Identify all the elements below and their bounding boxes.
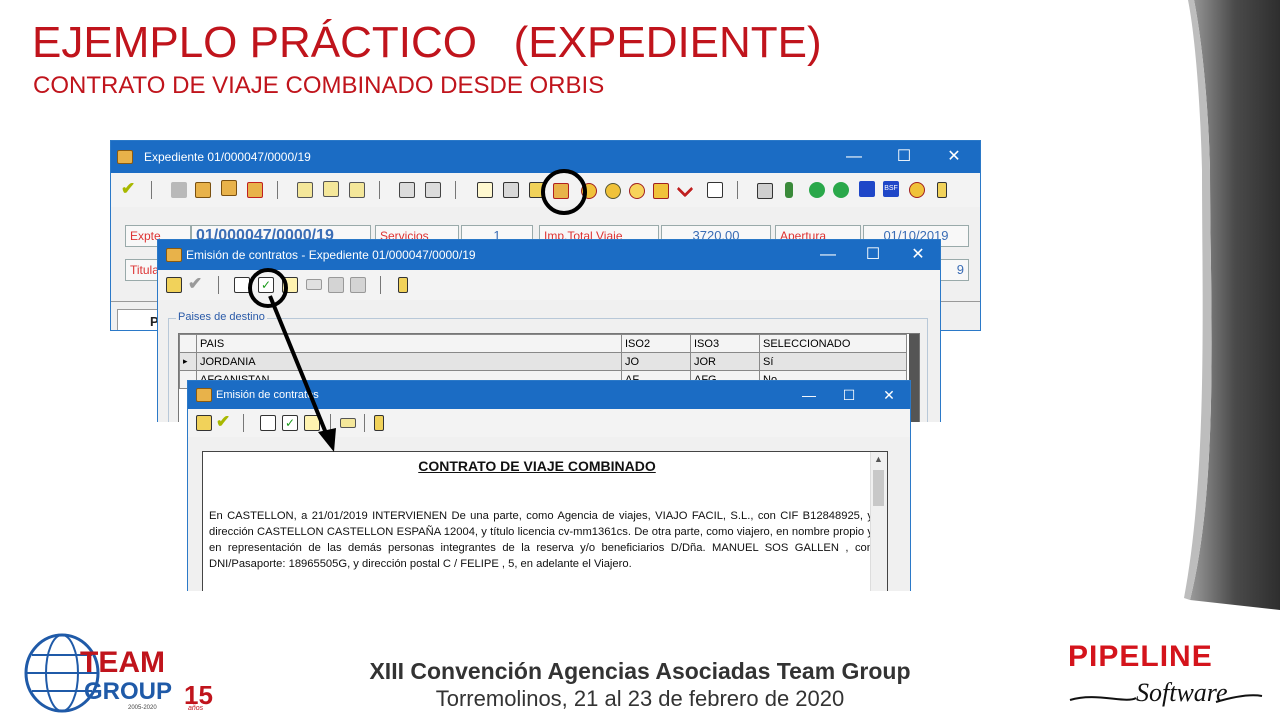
- pipeline-wordmark: PIPELINE: [1068, 640, 1213, 673]
- anniversary-suffix: años: [188, 705, 204, 712]
- pipeline-swoosh: [1069, 694, 1263, 703]
- annotation-arrow: [268, 295, 336, 452]
- pipeline-logo: PIPELINE Software: [1066, 640, 1266, 720]
- team-group-logo: TEAM GROUP 15 2005-2020 años: [20, 630, 220, 715]
- team-logo-text: TEAM: [80, 646, 165, 679]
- group-logo-text: GROUP: [84, 678, 173, 705]
- anniversary-years: 2005-2020: [128, 705, 157, 711]
